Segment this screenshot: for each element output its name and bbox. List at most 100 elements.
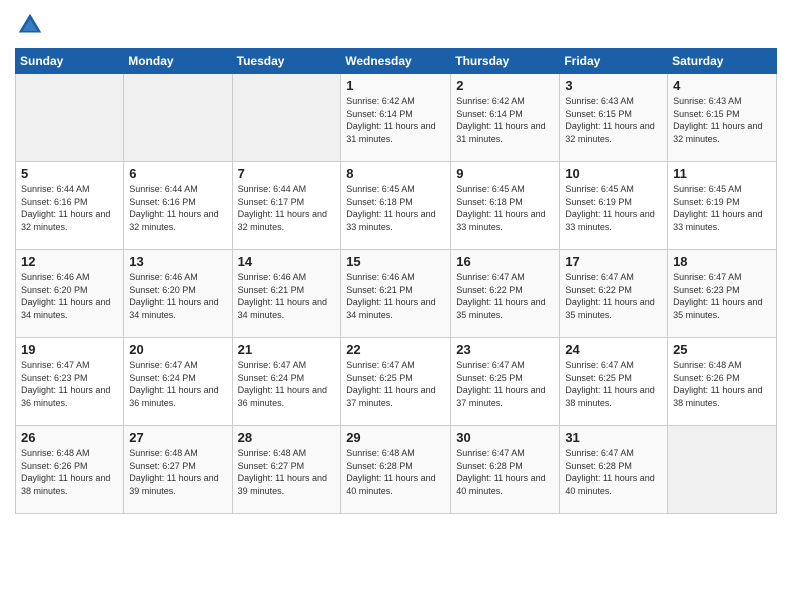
day-number: 29 [346,430,445,445]
day-number: 21 [238,342,336,357]
weekday-header: Wednesday [341,49,451,74]
calendar-cell: 30 Sunrise: 6:47 AM Sunset: 6:28 PM Dayli… [451,426,560,514]
day-info: Sunrise: 6:46 AM Sunset: 6:21 PM Dayligh… [238,271,336,321]
calendar-cell: 12 Sunrise: 6:46 AM Sunset: 6:20 PM Dayli… [16,250,124,338]
day-info: Sunrise: 6:45 AM Sunset: 6:18 PM Dayligh… [346,183,445,233]
calendar-cell: 16 Sunrise: 6:47 AM Sunset: 6:22 PM Dayli… [451,250,560,338]
day-info: Sunrise: 6:47 AM Sunset: 6:25 PM Dayligh… [346,359,445,409]
day-info: Sunrise: 6:45 AM Sunset: 6:19 PM Dayligh… [673,183,771,233]
calendar-cell: 26 Sunrise: 6:48 AM Sunset: 6:26 PM Dayli… [16,426,124,514]
calendar-cell [124,74,232,162]
calendar-cell: 19 Sunrise: 6:47 AM Sunset: 6:23 PM Dayli… [16,338,124,426]
day-number: 22 [346,342,445,357]
day-info: Sunrise: 6:47 AM Sunset: 6:23 PM Dayligh… [21,359,118,409]
day-number: 31 [565,430,662,445]
day-info: Sunrise: 6:45 AM Sunset: 6:18 PM Dayligh… [456,183,554,233]
weekday-header: Sunday [16,49,124,74]
calendar-cell: 24 Sunrise: 6:47 AM Sunset: 6:25 PM Dayli… [560,338,668,426]
day-info: Sunrise: 6:47 AM Sunset: 6:25 PM Dayligh… [456,359,554,409]
calendar-week-row: 12 Sunrise: 6:46 AM Sunset: 6:20 PM Dayli… [16,250,777,338]
day-number: 23 [456,342,554,357]
day-number: 14 [238,254,336,269]
day-info: Sunrise: 6:44 AM Sunset: 6:16 PM Dayligh… [129,183,226,233]
day-number: 17 [565,254,662,269]
day-info: Sunrise: 6:48 AM Sunset: 6:28 PM Dayligh… [346,447,445,497]
day-number: 7 [238,166,336,181]
day-info: Sunrise: 6:48 AM Sunset: 6:26 PM Dayligh… [21,447,118,497]
calendar-cell: 13Sunrise: 6:46 AM Sunset: 6:20 PM Dayli… [124,250,232,338]
calendar-cell: 4 Sunrise: 6:43 AM Sunset: 6:15 PM Daylig… [668,74,777,162]
day-info: Sunrise: 6:46 AM Sunset: 6:21 PM Dayligh… [346,271,445,321]
day-number: 2 [456,78,554,93]
day-info: Sunrise: 6:48 AM Sunset: 6:27 PM Dayligh… [238,447,336,497]
day-number: 8 [346,166,445,181]
day-number: 5 [21,166,118,181]
calendar-cell: 15 Sunrise: 6:46 AM Sunset: 6:21 PM Dayli… [341,250,451,338]
day-number: 19 [21,342,118,357]
day-info: Sunrise: 6:44 AM Sunset: 6:17 PM Dayligh… [238,183,336,233]
day-number: 16 [456,254,554,269]
calendar-cell: 25Sunrise: 6:48 AM Sunset: 6:26 PM Dayli… [668,338,777,426]
calendar-cell: 22 Sunrise: 6:47 AM Sunset: 6:25 PM Dayli… [341,338,451,426]
day-number: 3 [565,78,662,93]
calendar-cell: 6 Sunrise: 6:44 AM Sunset: 6:16 PM Daylig… [124,162,232,250]
day-info: Sunrise: 6:47 AM Sunset: 6:22 PM Dayligh… [565,271,662,321]
day-number: 4 [673,78,771,93]
calendar-cell: 14 Sunrise: 6:46 AM Sunset: 6:21 PM Dayli… [232,250,341,338]
day-info: Sunrise: 6:45 AM Sunset: 6:19 PM Dayligh… [565,183,662,233]
day-info: Sunrise: 6:47 AM Sunset: 6:25 PM Dayligh… [565,359,662,409]
day-info: Sunrise: 6:47 AM Sunset: 6:24 PM Dayligh… [129,359,226,409]
calendar-cell [668,426,777,514]
day-number: 6 [129,166,226,181]
day-number: 26 [21,430,118,445]
calendar-week-row: 5 Sunrise: 6:44 AM Sunset: 6:16 PM Daylig… [16,162,777,250]
calendar-cell: 8 Sunrise: 6:45 AM Sunset: 6:18 PM Daylig… [341,162,451,250]
day-info: Sunrise: 6:47 AM Sunset: 6:28 PM Dayligh… [456,447,554,497]
weekday-header: Tuesday [232,49,341,74]
calendar-cell: 29 Sunrise: 6:48 AM Sunset: 6:28 PM Dayli… [341,426,451,514]
calendar-cell: 1 Sunrise: 6:42 AM Sunset: 6:14 PM Daylig… [341,74,451,162]
day-info: Sunrise: 6:42 AM Sunset: 6:14 PM Dayligh… [346,95,445,145]
calendar-cell: 5Sunrise: 6:44 AM Sunset: 6:16 PM Daylig… [16,162,124,250]
day-number: 1 [346,78,445,93]
calendar-cell: 31 Sunrise: 6:47 AM Sunset: 6:28 PM Dayli… [560,426,668,514]
calendar-cell: 27Sunrise: 6:48 AM Sunset: 6:27 PM Dayli… [124,426,232,514]
day-info: Sunrise: 6:42 AM Sunset: 6:14 PM Dayligh… [456,95,554,145]
day-info: Sunrise: 6:46 AM Sunset: 6:20 PM Dayligh… [21,271,118,321]
day-number: 24 [565,342,662,357]
calendar-cell: 10 Sunrise: 6:45 AM Sunset: 6:19 PM Dayli… [560,162,668,250]
day-number: 30 [456,430,554,445]
calendar-header: SundayMondayTuesdayWednesdayThursdayFrid… [16,49,777,74]
day-number: 28 [238,430,336,445]
day-info: Sunrise: 6:47 AM Sunset: 6:28 PM Dayligh… [565,447,662,497]
page-container: SundayMondayTuesdayWednesdayThursdayFrid… [0,0,792,524]
weekday-header: Saturday [668,49,777,74]
logo-icon [15,10,45,40]
weekday-header: Thursday [451,49,560,74]
day-info: Sunrise: 6:43 AM Sunset: 6:15 PM Dayligh… [673,95,771,145]
page-header [15,10,777,40]
day-info: Sunrise: 6:43 AM Sunset: 6:15 PM Dayligh… [565,95,662,145]
day-number: 15 [346,254,445,269]
calendar-cell: 23 Sunrise: 6:47 AM Sunset: 6:25 PM Dayli… [451,338,560,426]
calendar-cell: 17 Sunrise: 6:47 AM Sunset: 6:22 PM Dayli… [560,250,668,338]
calendar-week-row: 1 Sunrise: 6:42 AM Sunset: 6:14 PM Daylig… [16,74,777,162]
day-number: 18 [673,254,771,269]
calendar-cell [16,74,124,162]
calendar-cell: 3 Sunrise: 6:43 AM Sunset: 6:15 PM Daylig… [560,74,668,162]
calendar-cell: 21Sunrise: 6:47 AM Sunset: 6:24 PM Dayli… [232,338,341,426]
day-info: Sunrise: 6:48 AM Sunset: 6:26 PM Dayligh… [673,359,771,409]
calendar-cell: 11Sunrise: 6:45 AM Sunset: 6:19 PM Dayli… [668,162,777,250]
day-number: 10 [565,166,662,181]
day-info: Sunrise: 6:47 AM Sunset: 6:22 PM Dayligh… [456,271,554,321]
calendar-cell: 18Sunrise: 6:47 AM Sunset: 6:23 PM Dayli… [668,250,777,338]
calendar-week-row: 19 Sunrise: 6:47 AM Sunset: 6:23 PM Dayli… [16,338,777,426]
calendar-week-row: 26 Sunrise: 6:48 AM Sunset: 6:26 PM Dayli… [16,426,777,514]
calendar-cell: 7 Sunrise: 6:44 AM Sunset: 6:17 PM Daylig… [232,162,341,250]
logo [15,10,49,40]
day-info: Sunrise: 6:48 AM Sunset: 6:27 PM Dayligh… [129,447,226,497]
day-number: 12 [21,254,118,269]
weekday-header-row: SundayMondayTuesdayWednesdayThursdayFrid… [16,49,777,74]
weekday-header: Monday [124,49,232,74]
weekday-header: Friday [560,49,668,74]
